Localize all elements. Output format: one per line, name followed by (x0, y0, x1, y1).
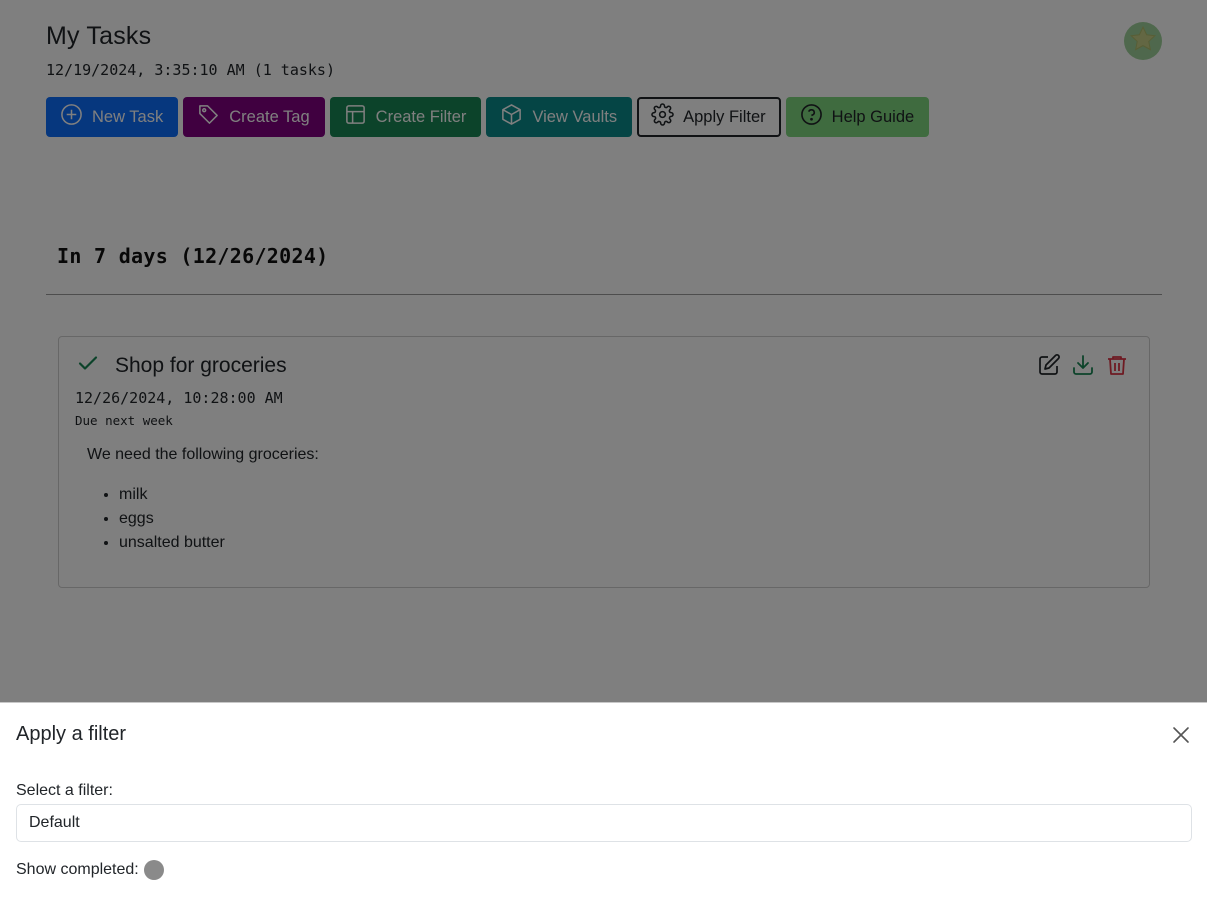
show-completed-toggle[interactable] (143, 860, 164, 880)
close-icon (1169, 727, 1193, 751)
select-filter-label: Select a filter: (16, 782, 113, 799)
show-completed-label: Show completed: (16, 861, 139, 878)
close-button[interactable] (1169, 723, 1193, 747)
filter-select[interactable]: Default (16, 804, 1192, 842)
sheet-title: Apply a filter (16, 723, 127, 745)
show-completed-row: Show completed: (16, 860, 1191, 880)
filter-select-value: Default (29, 814, 80, 831)
filter-sheet: Apply a filter Select a filter: Default … (0, 702, 1207, 912)
